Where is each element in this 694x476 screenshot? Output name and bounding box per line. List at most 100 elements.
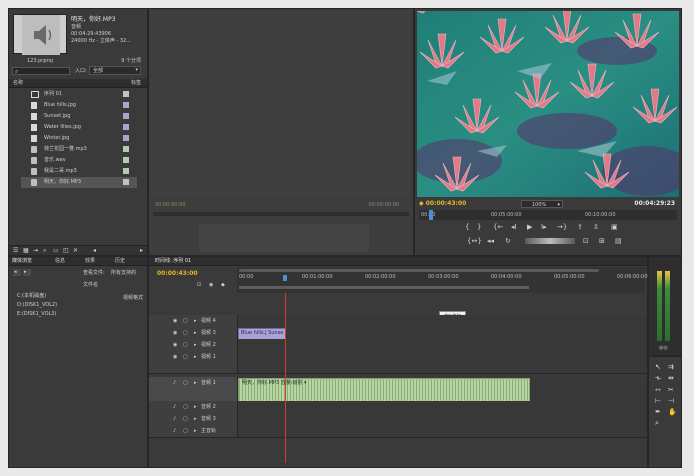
expand-icon[interactable]: ▸ — [194, 342, 197, 348]
loop-icon[interactable]: ↻ — [505, 237, 511, 245]
snap-icon[interactable]: ⊡ — [197, 282, 201, 288]
project-item[interactable]: Winter.jpg — [21, 133, 137, 144]
razor-tool-icon[interactable]: ✂ — [668, 386, 678, 394]
add-marker-icon[interactable]: ◆ — [221, 282, 225, 288]
step-back-icon[interactable]: ◂I — [511, 223, 517, 231]
play-icon[interactable]: ▶ — [527, 223, 532, 231]
in-out-icon[interactable]: {↔} — [467, 237, 482, 245]
program-current-time[interactable]: ◆ 00:00:43:00 — [419, 200, 466, 207]
delete-icon[interactable]: ✕ — [73, 247, 78, 254]
jog-shuttle[interactable] — [525, 238, 575, 244]
set-out-icon[interactable]: } — [477, 223, 481, 231]
speaker-icon[interactable]: ♪ — [173, 416, 176, 422]
drive-item[interactable]: D:(DISK1_VOL2) — [17, 302, 57, 308]
hand-tool-icon[interactable]: ✋ — [668, 408, 678, 416]
search-input[interactable]: ⌕ — [12, 67, 70, 75]
audio-clip[interactable]: 明天，你好.MP3 音量:级别 ▾ — [238, 378, 530, 402]
back-button[interactable]: ◂ — [13, 269, 21, 276]
program-ruler[interactable]: 00:00 00:05:00:00 00:10:00:00 — [419, 210, 677, 220]
expand-icon[interactable]: ▸ — [194, 318, 197, 324]
lock-icon[interactable]: ▢ — [183, 342, 188, 348]
new-item-icon[interactable]: ◰ — [63, 247, 69, 254]
drive-item[interactable]: C:(本机磁盘) — [17, 293, 46, 299]
extract-icon[interactable]: ⇫ — [593, 223, 599, 231]
slip-tool-icon[interactable]: ⊢ — [655, 397, 665, 405]
program-playhead[interactable] — [429, 210, 433, 220]
lock-icon[interactable]: ▢ — [183, 416, 188, 422]
scroll-left-icon[interactable]: ◂ — [93, 247, 96, 254]
drive-item[interactable]: E:(DISK1_VOL3) — [17, 311, 56, 317]
label-color-swatch[interactable] — [123, 102, 129, 108]
tab-info[interactable]: 信息 — [55, 258, 65, 264]
lock-icon[interactable]: ▢ — [183, 330, 188, 336]
label-color-swatch[interactable] — [123, 179, 129, 185]
tab-history[interactable]: 历史 — [115, 258, 125, 264]
label-color-swatch[interactable] — [123, 135, 129, 141]
col-name[interactable]: 名称 — [13, 80, 23, 86]
forward-button[interactable]: ▸ — [23, 269, 31, 276]
new-bin-icon[interactable]: ▭ — [53, 247, 59, 254]
project-item[interactable]: 荷兰花园一瞥.mp3 — [21, 144, 137, 155]
project-item[interactable]: Water lilies.jpg — [21, 122, 137, 133]
col-video-format[interactable]: 视频格式 — [123, 295, 143, 301]
timeline-current-time[interactable]: 00:00:43:00 — [157, 270, 198, 277]
project-item[interactable]: 明天，你好.MP3 — [21, 177, 137, 188]
label-color-swatch[interactable] — [123, 124, 129, 130]
automate-icon[interactable]: ⇥ — [33, 247, 38, 254]
rewind-icon[interactable]: ◂◂ — [487, 237, 494, 245]
speaker-icon[interactable]: ♪ — [173, 428, 176, 434]
project-item[interactable]: 序列 01 — [21, 89, 137, 100]
label-color-swatch[interactable] — [123, 113, 129, 119]
lock-icon[interactable]: ▢ — [183, 428, 188, 434]
project-item[interactable]: Sunset.jpg — [21, 111, 137, 122]
slide-tool-icon[interactable]: ⊣ — [668, 397, 678, 405]
tab-media-browser[interactable]: 媒体浏览 — [12, 258, 32, 264]
expand-icon[interactable]: ▸ — [194, 354, 197, 360]
tab-sequence-01[interactable]: 时间线: 序列 01 — [155, 258, 191, 264]
set-in-icon[interactable]: { — [465, 223, 469, 231]
expand-icon[interactable]: ▸ — [194, 330, 197, 336]
zoom-tool-icon[interactable]: ⌕ — [655, 419, 665, 428]
col-file-name[interactable]: 文件名 — [83, 282, 98, 288]
safe-margins-icon[interactable]: ⊡ — [583, 237, 589, 245]
output-icon[interactable]: ▤ — [615, 237, 622, 245]
label-color-swatch[interactable] — [123, 146, 129, 152]
project-item[interactable]: 音乐.wav — [21, 155, 137, 166]
eye-icon[interactable]: ◉ — [173, 354, 177, 360]
track-select-tool-icon[interactable]: ⇉ — [668, 363, 678, 371]
step-forward-icon[interactable]: I▸ — [541, 223, 547, 231]
solo-icon[interactable]: ◎◎ — [659, 345, 668, 351]
label-color-swatch[interactable] — [123, 91, 129, 97]
tab-effects[interactable]: 效果 — [85, 258, 95, 264]
eye-icon[interactable]: ◉ — [173, 342, 177, 348]
col-label[interactable]: 标签 — [131, 80, 141, 86]
work-area-bar[interactable] — [239, 286, 529, 289]
project-item[interactable]: 我是二哥.mp3 — [21, 166, 137, 177]
playhead-handle[interactable] — [283, 275, 287, 281]
icon-view-icon[interactable]: ▦ — [23, 247, 29, 254]
pen-tool-icon[interactable]: ✒ — [655, 408, 665, 416]
ripple-edit-tool-icon[interactable]: ⟛ — [655, 374, 665, 383]
label-color-swatch[interactable] — [123, 157, 129, 163]
selection-tool-icon[interactable]: ↖ — [655, 363, 665, 371]
speaker-icon[interactable]: ♪ — [173, 380, 176, 386]
entry-dropdown[interactable]: 全部 ▾ — [89, 66, 141, 75]
lift-icon[interactable]: ⇪ — [577, 223, 583, 231]
trim-icon[interactable]: ⊞ — [599, 237, 605, 245]
video-track[interactable]: ◉ ▢ ▸ 视频 1 — [149, 351, 647, 374]
list-view-icon[interactable]: ☰ — [13, 247, 18, 254]
rate-stretch-tool-icon[interactable]: ⇿ — [655, 386, 665, 394]
expand-icon[interactable]: ▸ — [194, 380, 197, 386]
expand-icon[interactable]: ▸ — [194, 404, 197, 410]
go-to-out-icon[interactable]: →} — [557, 223, 567, 231]
label-color-swatch[interactable] — [123, 168, 129, 174]
lock-icon[interactable]: ▢ — [183, 380, 188, 386]
lock-icon[interactable]: ▢ — [183, 318, 188, 324]
export-frame-icon[interactable]: ▣ — [611, 223, 618, 231]
timeline-ruler[interactable]: 00:00 00:01:00:00 00:02:00:00 00:03:00:00 00… — [237, 267, 648, 293]
view-files-dropdown[interactable]: 所有支持的 — [111, 270, 136, 276]
eye-icon[interactable]: ◉ — [173, 330, 177, 336]
speaker-icon[interactable]: ♪ — [173, 404, 176, 410]
audio-track[interactable]: ♪ ▢ ▸ 音频 1 明天，你好.MP3 音量:级别 ▾ — [149, 377, 647, 402]
lock-icon[interactable]: ▢ — [183, 404, 188, 410]
